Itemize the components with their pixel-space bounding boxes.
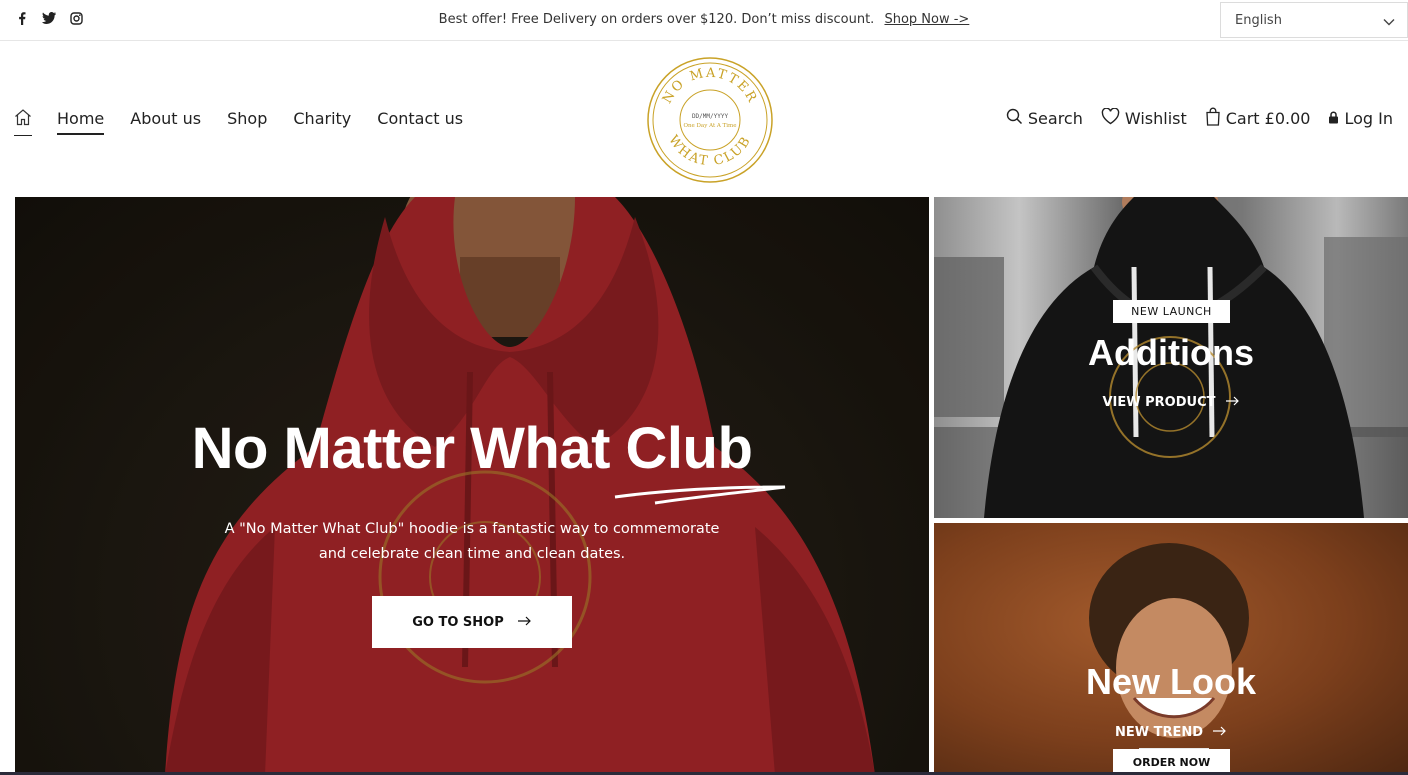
home-icon[interactable] xyxy=(14,108,32,136)
site-header: Home About us Shop Charity Contact us NO… xyxy=(0,41,1408,197)
language-value: English xyxy=(1235,12,1282,28)
announcement-text-wrap: Best offer! Free Delivery on orders over… xyxy=(0,12,1408,27)
announcement-text: Best offer! Free Delivery on orders over… xyxy=(438,12,875,27)
arrow-right-icon xyxy=(517,615,532,630)
language-select[interactable]: English xyxy=(1220,2,1408,38)
promo-card-new-look[interactable]: New Look NEW TREND ORDER NOW xyxy=(934,523,1408,775)
hero-banner[interactable]: No Matter What Club A "No Matter What Cl… xyxy=(15,197,929,775)
hero-description-line-2: and celebrate clean time and clean dates… xyxy=(318,546,626,562)
login-button[interactable]: Log In xyxy=(1328,109,1393,128)
nav-home[interactable]: Home xyxy=(57,109,105,135)
new-launch-badge: NEW LAUNCH xyxy=(1113,300,1230,323)
cart-label: Cart £0.00 xyxy=(1225,109,1311,128)
search-label: Search xyxy=(1027,109,1083,128)
login-label: Log In xyxy=(1344,109,1393,128)
hero-description: A "No Matter What Club" hoodie is a fant… xyxy=(15,517,929,567)
promo-additions-title: Additions xyxy=(1088,332,1254,373)
brand-logo[interactable]: NO MATTER WHAT CLUB DD/MM/YYYY One Day A… xyxy=(645,55,775,185)
logo-motto-text: One Day At A Time xyxy=(683,123,736,129)
hero-description-line-1: A "No Matter What Club" hoodie is a fant… xyxy=(224,521,720,537)
promo-new-look-title: New Look xyxy=(1085,661,1256,702)
main-nav: Home About us Shop Charity Contact us xyxy=(57,109,463,135)
arrow-right-icon xyxy=(1213,725,1227,740)
announcement-bar: Best offer! Free Delivery on orders over… xyxy=(0,0,1408,41)
new-trend-label: NEW TREND xyxy=(1114,725,1204,740)
lock-icon xyxy=(1328,109,1339,128)
nav-contact-us[interactable]: Contact us xyxy=(377,109,463,135)
go-to-shop-button[interactable]: GO TO SHOP xyxy=(372,596,572,648)
nav-shop[interactable]: Shop xyxy=(227,109,267,135)
nav-charity[interactable]: Charity xyxy=(293,109,351,135)
hero-title: No Matter What Club xyxy=(191,416,753,481)
logo-date-text: DD/MM/YYYY xyxy=(692,113,729,120)
wishlist-button[interactable]: Wishlist xyxy=(1101,107,1187,129)
view-product-link[interactable]: VIEW PRODUCT xyxy=(934,395,1408,410)
new-trend-link[interactable]: NEW TREND xyxy=(934,725,1408,740)
shopping-bag-icon xyxy=(1205,107,1221,130)
arrow-right-icon xyxy=(1225,395,1240,410)
heart-icon xyxy=(1101,107,1120,129)
header-actions: Search Wishlist Cart £0.00 Log In xyxy=(1006,107,1393,130)
search-button[interactable]: Search xyxy=(1006,108,1083,129)
promo-card-additions[interactable]: NEW LAUNCH Additions VIEW PRODUCT xyxy=(934,197,1408,518)
search-icon xyxy=(1006,108,1023,129)
shop-now-link[interactable]: Shop Now -> xyxy=(884,12,969,27)
wishlist-label: Wishlist xyxy=(1124,109,1187,128)
hero-image xyxy=(15,197,929,775)
view-product-label: VIEW PRODUCT xyxy=(1102,395,1216,410)
go-to-shop-label: GO TO SHOP xyxy=(412,614,504,630)
chevron-down-icon xyxy=(1383,15,1395,30)
nav-about-us[interactable]: About us xyxy=(130,109,201,135)
cart-button[interactable]: Cart £0.00 xyxy=(1205,107,1311,130)
